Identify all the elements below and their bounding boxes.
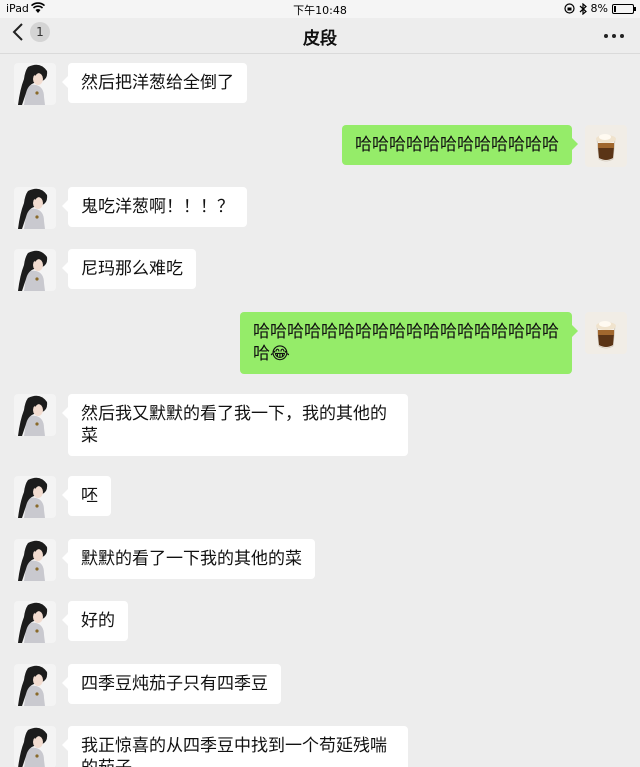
received-message-bubble[interactable]: 然后我又默默的看了我一下，我的其他的菜 — [62, 394, 408, 456]
message-text: 鬼吃洋葱啊！！！？ — [81, 197, 234, 217]
my-avatar[interactable] — [585, 312, 627, 354]
laughing-emoji-icon: 😂 — [270, 344, 290, 364]
message-text: 呸 — [81, 486, 98, 506]
received-message-bubble[interactable]: 鬼吃洋葱啊！！！？ — [62, 187, 247, 227]
back-button[interactable]: 1 — [12, 22, 50, 42]
message-text: 四季豆炖茄子只有四季豆 — [81, 674, 268, 694]
nav-bar: 1 皮段 — [0, 18, 640, 54]
more-dot-icon — [604, 34, 608, 38]
message-text: 然后把洋葱给全倒了 — [81, 73, 234, 93]
more-dot-icon — [612, 34, 616, 38]
contact-avatar[interactable] — [14, 394, 56, 436]
chat-title: 皮段 — [303, 29, 337, 49]
received-message-bubble[interactable]: 尼玛那么难吃 — [62, 249, 196, 289]
contact-avatar[interactable] — [14, 63, 56, 105]
message-text: 哈哈哈哈哈哈哈哈哈哈哈哈哈哈哈哈哈哈哈 — [253, 322, 559, 364]
received-message-bubble[interactable]: 好的 — [62, 601, 128, 641]
chat-area[interactable]: 然后把洋葱给全倒了哈哈哈哈哈哈哈哈哈哈哈哈鬼吃洋葱啊！！！？ 尼玛那么难吃哈哈哈哈… — [0, 55, 640, 767]
battery-percent: 8% — [590, 2, 608, 15]
sent-message-bubble[interactable]: 哈哈哈哈哈哈哈哈哈哈哈哈哈哈哈哈哈哈哈😂 — [240, 312, 578, 374]
contact-avatar[interactable] — [14, 539, 56, 581]
status-right: 8% — [563, 2, 636, 15]
chevron-left-icon — [12, 23, 23, 41]
contact-avatar[interactable] — [14, 249, 56, 291]
received-message-bubble[interactable]: 默默的看了一下我的其他的菜 — [62, 539, 315, 579]
sent-message-bubble[interactable]: 哈哈哈哈哈哈哈哈哈哈哈哈 — [342, 125, 578, 165]
received-message-bubble[interactable]: 四季豆炖茄子只有四季豆 — [62, 664, 281, 704]
received-message-bubble[interactable]: 呸 — [62, 476, 111, 516]
contact-avatar[interactable] — [14, 476, 56, 518]
contact-avatar[interactable] — [14, 726, 56, 767]
my-avatar[interactable] — [585, 125, 627, 167]
status-bar: iPad 下午10:48 8% — [0, 0, 640, 18]
message-text: 然后我又默默的看了我一下，我的其他的菜 — [81, 404, 387, 446]
contact-avatar[interactable] — [14, 601, 56, 643]
contact-avatar[interactable] — [14, 187, 56, 229]
orientation-lock-icon — [563, 3, 575, 14]
status-time: 下午10:48 — [293, 4, 347, 17]
message-text: 默默的看了一下我的其他的菜 — [81, 549, 302, 569]
message-text: 哈哈哈哈哈哈哈哈哈哈哈哈 — [355, 135, 559, 155]
received-message-bubble[interactable]: 我正惊喜的从四季豆中找到一个苟延残喘的茄子 — [62, 726, 408, 767]
more-options-button[interactable] — [604, 26, 624, 46]
message-text: 我正惊喜的从四季豆中找到一个苟延残喘的茄子 — [81, 736, 387, 767]
received-message-bubble[interactable]: 然后把洋葱给全倒了 — [62, 63, 247, 103]
battery-icon — [612, 3, 636, 14]
bluetooth-icon — [579, 2, 587, 15]
unread-count-badge: 1 — [30, 22, 50, 42]
more-dot-icon — [620, 34, 624, 38]
contact-avatar[interactable] — [14, 664, 56, 706]
message-text: 好的 — [81, 611, 115, 631]
message-text: 尼玛那么难吃 — [81, 259, 183, 279]
